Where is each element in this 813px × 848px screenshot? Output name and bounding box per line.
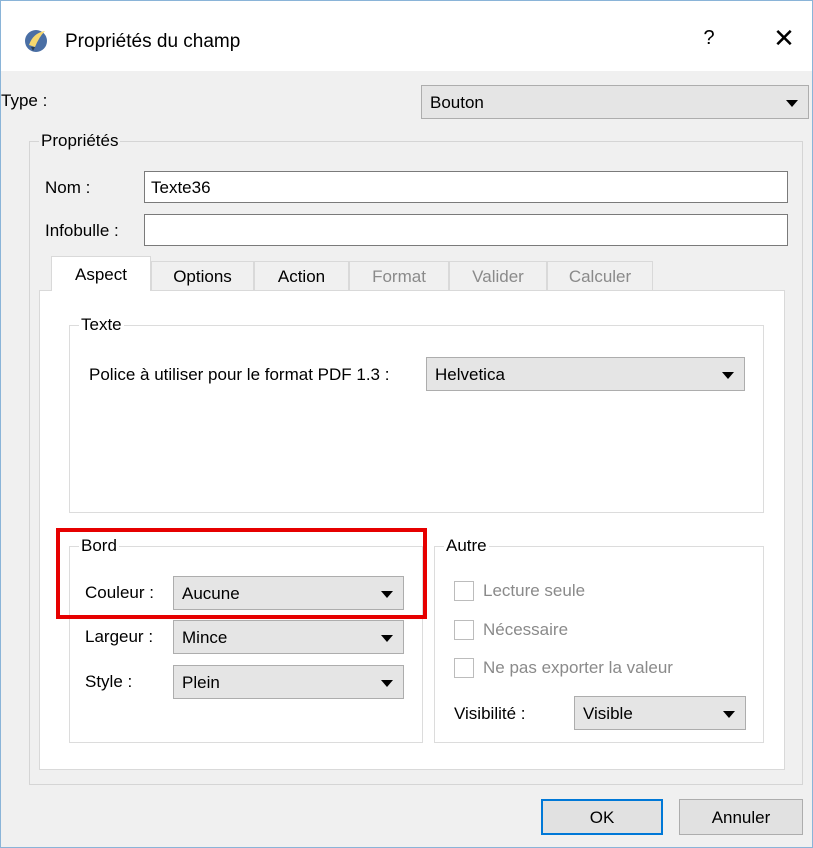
visibilite-select[interactable]: Visible — [574, 696, 746, 730]
chevron-down-icon — [723, 711, 735, 718]
visibilite-select-value: Visible — [583, 704, 633, 723]
police-select[interactable]: Helvetica — [426, 357, 745, 391]
type-select[interactable]: Bouton — [421, 85, 809, 119]
nom-input[interactable]: Texte36 — [144, 171, 788, 203]
field-properties-dialog: Propriétés du champ ? ✕ Type : Bouton Pr… — [0, 0, 813, 848]
chevron-down-icon — [381, 635, 393, 642]
ne-pas-exporter-label: Ne pas exporter la valeur — [483, 658, 673, 677]
tab-format: Format — [349, 261, 449, 291]
necessaire-label: Nécessaire — [483, 620, 569, 639]
tab-calculer: Calculer — [547, 261, 653, 291]
texte-group — [69, 325, 764, 513]
ok-button[interactable]: OK — [541, 799, 663, 835]
nom-label: Nom : — [45, 178, 91, 197]
properties-legend: Propriétés — [39, 131, 121, 151]
type-label: Type : — [1, 91, 48, 110]
police-label: Police à utiliser pour le format PDF 1.3… — [89, 365, 390, 384]
tab-aspect[interactable]: Aspect — [51, 256, 151, 291]
lecture-seule-checkbox[interactable] — [454, 581, 474, 601]
necessaire-checkbox[interactable] — [454, 620, 474, 640]
chevron-down-icon — [381, 680, 393, 687]
title-bar: Propriétés du champ ? ✕ — [1, 1, 812, 71]
largeur-select-value: Mince — [182, 628, 228, 647]
lecture-seule-label: Lecture seule — [483, 581, 586, 600]
annuler-button[interactable]: Annuler — [679, 799, 803, 835]
texte-legend: Texte — [79, 315, 124, 335]
visibilite-label: Visibilité : — [454, 704, 526, 723]
style-select[interactable]: Plein — [173, 665, 404, 699]
help-button[interactable]: ? — [697, 27, 721, 50]
tab-options[interactable]: Options — [151, 261, 254, 291]
chevron-down-icon — [786, 100, 798, 107]
infobulle-input[interactable] — [144, 214, 788, 246]
police-select-value: Helvetica — [435, 365, 505, 384]
tab-valider: Valider — [449, 261, 547, 291]
largeur-label: Largeur : — [85, 627, 154, 646]
window-title: Propriétés du champ — [65, 31, 241, 52]
chevron-down-icon — [722, 372, 734, 379]
style-label: Style : — [85, 672, 133, 691]
close-button[interactable]: ✕ — [769, 23, 799, 54]
tab-action[interactable]: Action — [254, 261, 349, 291]
largeur-select[interactable]: Mince — [173, 620, 404, 654]
app-icon — [25, 30, 47, 52]
ne-pas-exporter-checkbox[interactable] — [454, 658, 474, 678]
nom-input-value: Texte36 — [151, 178, 211, 197]
highlight-box — [56, 528, 427, 619]
style-select-value: Plein — [182, 673, 220, 692]
autre-legend: Autre — [444, 536, 489, 556]
type-select-value: Bouton — [430, 93, 484, 112]
infobulle-label: Infobulle : — [45, 221, 119, 240]
